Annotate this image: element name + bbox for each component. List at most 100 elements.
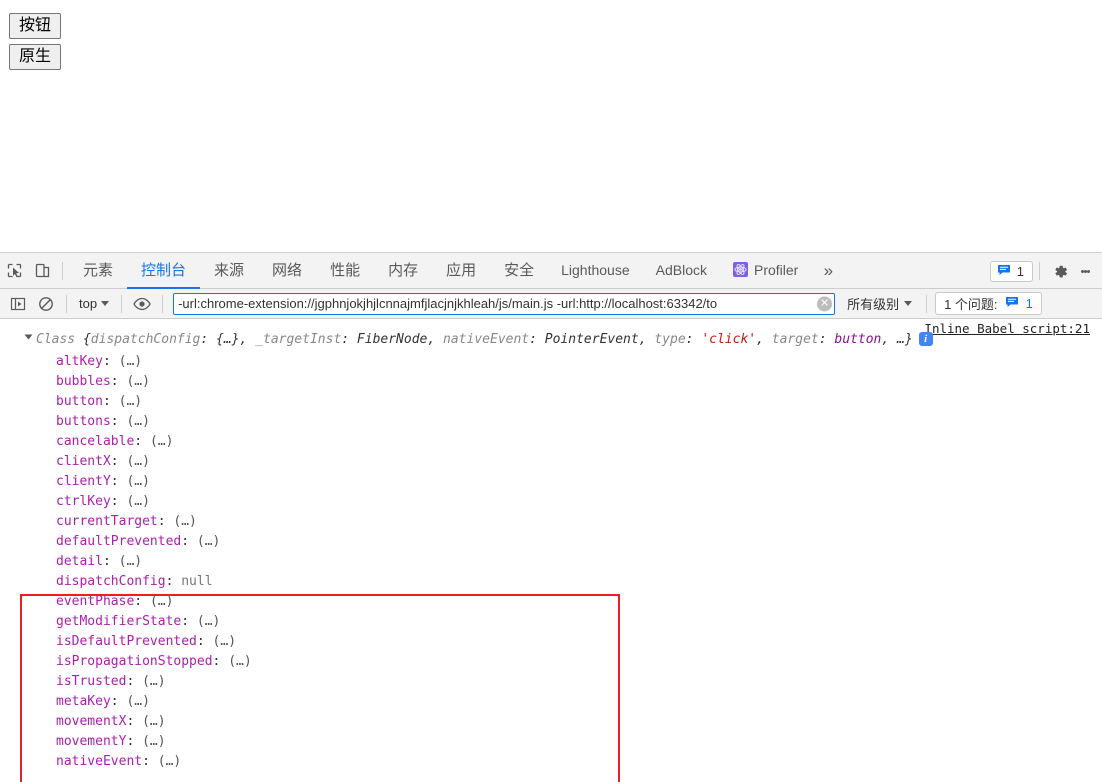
property-value[interactable]: (…) [119, 394, 142, 409]
device-toolbar-icon[interactable] [28, 258, 56, 284]
object-property-row[interactable]: isPropagationStopped: (…) [56, 652, 252, 672]
console-message-badge[interactable]: 1 [989, 260, 1033, 282]
tab-profiler[interactable]: Profiler [720, 253, 811, 289]
property-key: dispatchConfig [56, 574, 166, 589]
property-key: cancelable [56, 434, 135, 449]
object-property-row[interactable]: eventPhase: (…) [56, 592, 252, 612]
expand-arrow-icon[interactable] [24, 334, 33, 340]
preview-value-3: 'click' [701, 332, 757, 347]
preview-value-0: {…} [216, 332, 240, 347]
tab-adblock[interactable]: AdBlock [643, 253, 720, 289]
tab-lighthouse[interactable]: Lighthouse [548, 253, 643, 289]
property-separator: : [126, 674, 143, 689]
button-anniu[interactable]: 按钮 [9, 13, 62, 39]
property-value[interactable]: (…) [150, 594, 173, 609]
gear-icon[interactable] [1046, 257, 1074, 285]
chevron-down-icon [904, 301, 913, 306]
object-property-row[interactable]: dispatchConfig: null [56, 572, 252, 592]
property-key: currentTarget [56, 514, 158, 529]
message-badge-count: 1 [1016, 263, 1024, 279]
property-key: isDefaultPrevented [56, 634, 197, 649]
tab-performance[interactable]: 性能 [316, 253, 374, 289]
execution-context-select[interactable]: top [73, 296, 115, 311]
property-value[interactable]: (…) [119, 354, 142, 369]
button-yuansheng[interactable]: 原生 [9, 44, 62, 70]
object-property-row[interactable]: button: (…) [56, 392, 252, 412]
log-level-select[interactable]: 所有级别 [839, 294, 920, 313]
property-value[interactable]: (…) [213, 634, 236, 649]
console-filter-input[interactable] [173, 292, 836, 315]
property-value[interactable]: (…) [228, 654, 251, 669]
tab-console[interactable]: 控制台 [127, 253, 201, 289]
live-expression-icon[interactable] [128, 291, 156, 317]
object-property-row[interactable]: bubbles: (…) [56, 372, 252, 392]
object-property-row[interactable]: ctrlKey: (…) [56, 492, 252, 512]
property-separator: : [126, 734, 143, 749]
info-icon[interactable]: i [918, 332, 933, 346]
property-key: eventPhase [56, 594, 135, 609]
console-toolbar-divider-4 [926, 294, 928, 313]
property-value[interactable]: (…) [126, 494, 149, 509]
object-property-row[interactable]: clientY: (…) [56, 472, 252, 492]
object-property-row[interactable]: buttons: (…) [56, 412, 252, 432]
property-value[interactable]: (…) [126, 694, 149, 709]
property-separator: : [102, 394, 119, 409]
object-property-row[interactable]: isTrusted: (…) [56, 672, 252, 692]
tab-network[interactable]: 网络 [258, 253, 316, 289]
property-separator: : [181, 614, 197, 629]
property-value[interactable]: (…) [126, 414, 149, 429]
property-value[interactable]: (…) [142, 714, 165, 729]
property-value[interactable]: (…) [197, 614, 220, 629]
clear-console-icon[interactable] [32, 291, 60, 317]
object-property-row[interactable]: getModifierState: (…) [56, 612, 252, 632]
property-value[interactable]: (…) [197, 534, 220, 549]
react-atom-icon [733, 262, 748, 277]
property-value[interactable]: (…) [126, 374, 149, 389]
object-property-row[interactable]: cancelable: (…) [56, 432, 252, 452]
tabbar-right-divider [1039, 262, 1040, 280]
tab-sources[interactable]: 来源 [200, 253, 258, 289]
property-value[interactable]: (…) [126, 474, 149, 489]
property-value[interactable]: (…) [173, 514, 196, 529]
more-tabs-button[interactable]: » [811, 253, 845, 289]
source-location-link[interactable]: Inline Babel script:21 [924, 321, 1090, 336]
issues-badge[interactable]: 1 个问题: 1 [935, 292, 1042, 315]
property-value[interactable]: null [181, 574, 212, 589]
object-property-row[interactable]: isDefaultPrevented: (…) [56, 632, 252, 652]
property-value[interactable]: (…) [126, 454, 149, 469]
tab-application[interactable]: 应用 [432, 253, 490, 289]
close-brace: } [904, 332, 913, 347]
property-separator: : [212, 654, 229, 669]
property-value[interactable]: (…) [142, 674, 165, 689]
console-log-header: Class {dispatchConfig: {…}, _targetInst:… [24, 332, 933, 348]
object-property-row[interactable]: movementX: (…) [56, 712, 252, 732]
property-value[interactable]: (…) [150, 434, 173, 449]
message-bubble-icon [1005, 296, 1019, 311]
tab-memory[interactable]: 内存 [374, 253, 432, 289]
tab-security[interactable]: 安全 [490, 253, 548, 289]
console-sidebar-icon[interactable] [4, 291, 32, 317]
object-property-row[interactable]: nativeEvent: (…) [56, 752, 252, 772]
property-value[interactable]: (…) [119, 554, 142, 569]
screenshot-root: 按钮 原生 元素 控制台 来源 网络 性能 内存 应用 安全 Lighthous… [0, 0, 1102, 782]
property-value[interactable]: (…) [158, 754, 181, 769]
filter-clear-button[interactable]: ✕ [817, 296, 833, 311]
object-property-row[interactable]: clientX: (…) [56, 452, 252, 472]
kebab-menu-icon[interactable] [1074, 257, 1096, 285]
log-level-label: 所有级别 [847, 297, 900, 312]
preview-key-3: type [654, 332, 686, 347]
devtools-tabbar-right: 1 [989, 253, 1096, 289]
object-property-row[interactable]: metaKey: (…) [56, 692, 252, 712]
object-property-row[interactable]: altKey: (…) [56, 352, 252, 372]
object-property-row[interactable]: movementY: (…) [56, 732, 252, 752]
object-property-row[interactable]: detail: (…) [56, 552, 252, 572]
property-separator: : [102, 554, 119, 569]
tab-elements[interactable]: 元素 [69, 253, 127, 289]
property-key: detail [56, 554, 103, 569]
inspect-element-icon[interactable] [0, 258, 28, 284]
object-property-row[interactable]: currentTarget: (…) [56, 512, 252, 532]
object-property-row[interactable]: defaultPrevented: (…) [56, 532, 252, 552]
property-separator: : [165, 574, 182, 589]
object-property-list: altKey: (…) bubbles: (…) button: (…) button… [56, 352, 252, 772]
property-value[interactable]: (…) [142, 734, 165, 749]
